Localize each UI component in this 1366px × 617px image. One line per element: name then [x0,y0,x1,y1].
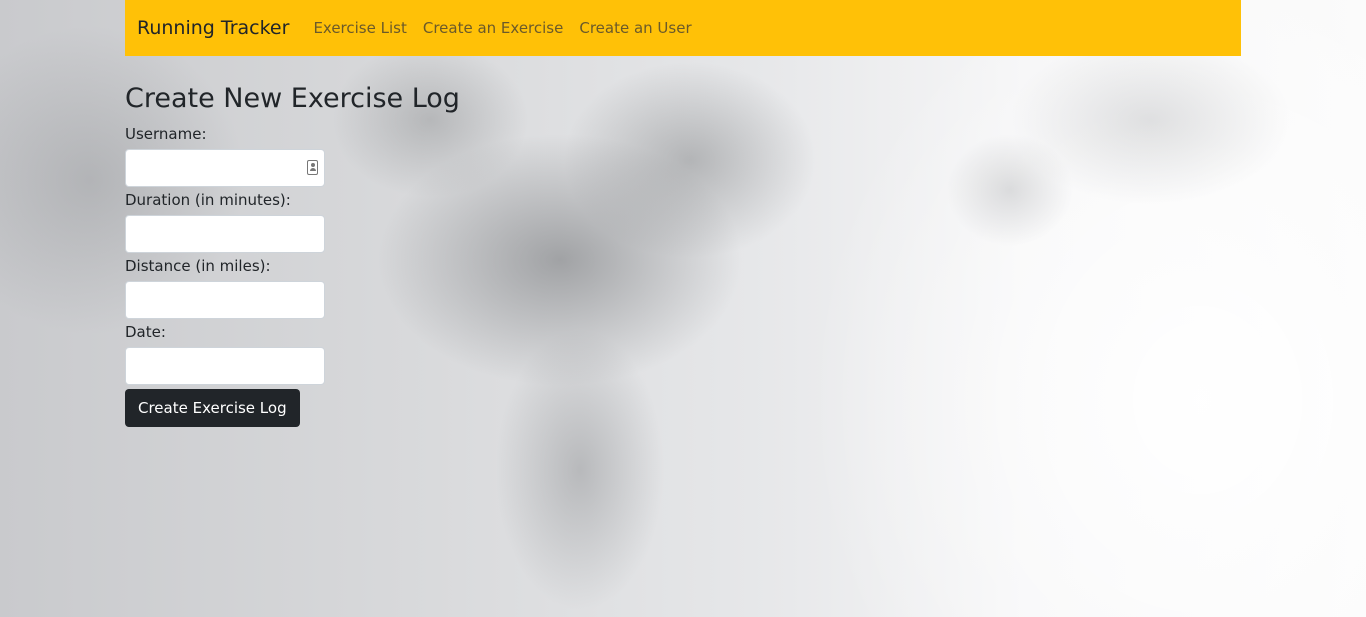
date-input[interactable] [125,347,325,385]
username-input[interactable] [125,149,325,187]
brand-link[interactable]: Running Tracker [137,17,289,39]
duration-label: Duration (in minutes): [125,191,291,209]
username-field-wrapper [125,149,325,187]
nav-link-create-user[interactable]: Create an User [579,19,691,37]
contact-card-icon[interactable] [307,160,318,175]
navbar: Running Tracker Exercise List Create an … [125,0,1241,56]
nav-link-create-exercise[interactable]: Create an Exercise [423,19,564,37]
date-label: Date: [125,323,166,341]
distance-input[interactable] [125,281,325,319]
page-title: Create New Exercise Log [125,83,460,114]
username-label: Username: [125,125,207,143]
duration-input[interactable] [125,215,325,253]
exercise-form: Create New Exercise Log Username: Durati… [125,82,525,427]
nav-link-exercise-list[interactable]: Exercise List [313,19,406,37]
create-exercise-log-button[interactable]: Create Exercise Log [125,389,300,427]
distance-label: Distance (in miles): [125,257,271,275]
